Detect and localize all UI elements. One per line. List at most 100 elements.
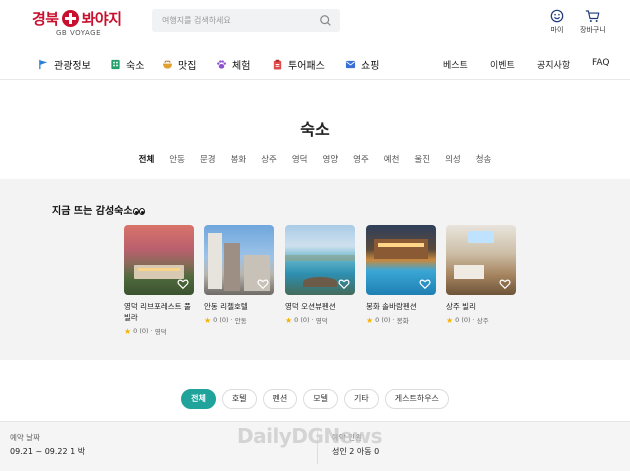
filter-chip-motel[interactable]: 모텔 [303,389,339,409]
lodging-card[interactable]: 상주 빌리 ★ 0 (0) · 상주 [446,225,516,325]
eyes-icon [132,208,139,215]
region-tab[interactable]: 청송 [476,153,492,165]
lodging-name: 안동 리첼호텔 [204,302,248,311]
rating: 0 (0) [133,327,149,335]
nav-link-best[interactable]: 베스트 [443,58,468,71]
star-icon: ★ [204,315,212,325]
cart-label: 장바구니 [580,26,606,34]
nav-item-shopping[interactable]: 쇼핑 [345,57,379,72]
logo-wordmark: 경북 봐야지 [32,8,132,28]
region-tab[interactable]: 문경 [200,153,216,165]
lodging-card[interactable]: 봉화 솔바람펜션 ★ 0 (0) · 봉화 [366,225,436,325]
nav-link-faq[interactable]: FAQ [592,58,609,68]
region: 상주 [476,317,489,325]
lodging-meta: ★ 0 (0) · 봉화 [366,315,409,326]
region-tab[interactable]: 안동 [169,153,185,165]
nav-item-tourpass[interactable]: 투어패스 [272,57,325,72]
nav-link-events[interactable]: 이벤트 [490,58,515,71]
heart-icon[interactable] [257,278,269,290]
filter-chip-etc[interactable]: 기타 [344,389,379,409]
region-tab[interactable]: 영덕 [292,153,308,165]
cart-icon [586,10,600,22]
nav-label: 맛집 [178,61,197,72]
logo-text-left: 경북 [32,9,59,28]
ticket-icon [273,59,282,70]
lodging-photo [124,225,194,295]
trending-title-text: 지금 뜨는 감성숙소 [52,206,133,217]
lodging-card[interactable]: 영덕 리브포레스트 풀빌라 ★ 0 (0) · 영덕 [124,225,194,336]
search-input[interactable]: 여행지를 검색하세요 [152,9,340,32]
cart-button[interactable]: 장바구니 [580,9,606,35]
lodging-photo [446,225,516,295]
lodging-meta: ★ 0 (0) · 안동 [204,315,247,326]
star-icon: ★ [124,326,132,336]
lodging-name: 영덕 리브포레스트 풀빌라 [124,302,191,322]
site-logo[interactable]: 경북 봐야지 GB VOYAGE [32,8,132,37]
region-tab[interactable]: 의성 [445,153,461,165]
heart-icon[interactable] [499,278,511,290]
lodging-name: 영덕 오션뷰펜션 [285,302,336,311]
eyes-icon [138,208,145,215]
region-tab[interactable]: 영양 [323,153,339,165]
rating: 0 (0) [294,316,310,324]
lodging-card[interactable]: 안동 리첼호텔 ★ 0 (0) · 안동 [204,225,274,325]
watermark: DailyDGNews [237,424,383,448]
trending-title: 지금 뜨는 감성숙소 [52,202,145,217]
logo-emblem-icon [61,9,79,27]
filter-chip-all[interactable]: 전체 [181,389,216,409]
filter-chip-hotel[interactable]: 호텔 [221,389,257,409]
logo-text-right: 봐야지 [81,9,122,28]
nav-label: 관광정보 [54,61,91,72]
paw-icon [217,60,226,69]
heart-icon[interactable] [177,278,189,290]
nav-label: 쇼핑 [361,61,380,72]
region-tabs: 전체 안동 문경 봉화 상주 영덕 영양 영주 예천 울진 의성 청송 [0,153,630,165]
nav-item-lodging[interactable]: 숙소 [110,57,144,72]
lodging-name: 봉화 솔바람펜션 [366,302,417,311]
my-label: 마이 [550,26,564,34]
lodging-card[interactable]: 영덕 오션뷰펜션 ★ 0 (0) · 영덕 [285,225,355,325]
region-tab[interactable]: 상주 [261,153,277,165]
lodging-type-filters: 전체 호텔 펜션 모텔 기타 게스트하우스 [0,389,630,409]
nav-item-experience[interactable]: 체험 [216,57,250,72]
region-tab-all[interactable]: 전체 [139,153,155,165]
lodging-photo [285,225,355,295]
main-nav: 관광정보 숙소 맛집 체험 투어패스 쇼핑 베스트 이벤트 공지사항 FAQ [0,50,630,80]
region-tab[interactable]: 영주 [353,153,369,165]
filter-chip-guesthouse[interactable]: 게스트하우스 [384,389,449,409]
trending-section: 지금 뜨는 감성숙소 영덕 리브포레스트 풀빌라 ★ 0 (0) · 영덕 안동 … [0,179,630,360]
star-icon: ★ [366,315,374,325]
region: 안동 [234,317,247,325]
region: 영덕 [154,328,167,336]
star-icon: ★ [446,315,454,325]
nav-item-food[interactable]: 맛집 [162,57,196,72]
search-icon[interactable] [319,14,332,27]
logo-subtitle: GB VOYAGE [56,29,101,37]
flag-icon [39,59,48,70]
nav-label: 숙소 [126,61,145,72]
region-tab[interactable]: 예천 [384,153,400,165]
nav-label: 체험 [232,61,251,72]
region-tab[interactable]: 울진 [414,153,430,165]
lodging-photo [204,225,274,295]
date-picker[interactable]: 09.21 ~ 09.22 1 박 [10,446,85,457]
bowl-icon [162,60,173,69]
building-icon [111,59,120,70]
nav-link-notice[interactable]: 공지사항 [537,58,570,71]
rating: 0 (0) [455,316,471,324]
lodging-meta: ★ 0 (0) · 영덕 [124,326,167,337]
heart-icon[interactable] [338,278,350,290]
heart-icon[interactable] [419,278,431,290]
header: 경북 봐야지 GB VOYAGE 여행지를 검색하세요 마이 장바구니 [0,0,630,46]
rating: 0 (0) [375,316,391,324]
lodging-meta: ★ 0 (0) · 상주 [446,315,489,326]
filter-chip-pension[interactable]: 펜션 [262,389,298,409]
nav-item-tourism[interactable]: 관광정보 [38,57,91,72]
smile-icon [550,9,564,23]
my-page-button[interactable]: 마이 [550,9,564,35]
region: 봉화 [396,317,409,325]
page-title: 숙소 [300,120,330,139]
search-placeholder: 여행지를 검색하세요 [162,16,231,25]
region-tab[interactable]: 봉화 [231,153,247,165]
date-label: 예약 날짜 [10,433,40,442]
